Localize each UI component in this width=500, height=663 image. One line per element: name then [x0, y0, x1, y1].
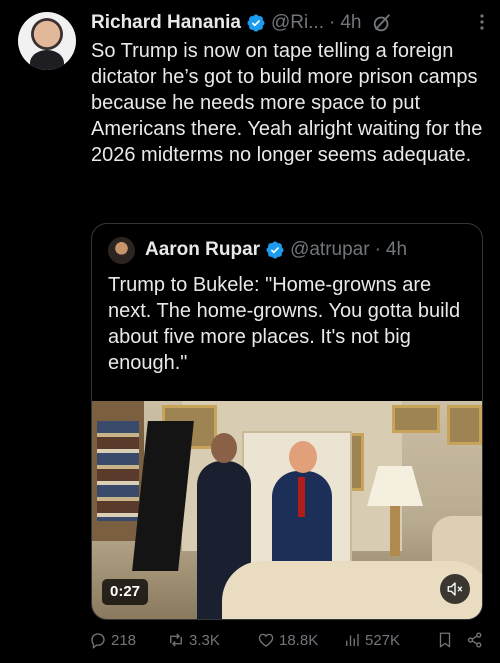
speaker-muted-icon: [447, 582, 463, 596]
quoted-author-name[interactable]: Aaron Rupar: [145, 239, 260, 261]
tweet-text: So Trump is now on tape telling a foreig…: [91, 40, 483, 166]
like-button[interactable]: 18.8K: [257, 631, 343, 649]
like-count: 18.8K: [279, 631, 319, 649]
verified-badge-icon: [247, 14, 265, 32]
view-count: 527K: [365, 631, 401, 649]
video-scene-bookshelf: [92, 401, 144, 541]
quoted-tweet[interactable]: Aaron Rupar @atrupar · 4h Trump to Bukel…: [91, 223, 483, 620]
tweet-timestamp[interactable]: 4h: [340, 12, 361, 34]
video-duration-badge: 0:27: [102, 579, 149, 605]
reply-button[interactable]: 218: [89, 631, 167, 649]
grok-icon[interactable]: [371, 12, 393, 34]
quoted-tweet-header: Aaron Rupar @atrupar · 4h: [108, 236, 472, 264]
author-handle[interactable]: @Ri...: [271, 12, 324, 34]
quoted-author-avatar[interactable]: [108, 236, 135, 264]
video-scene-painting: [392, 405, 440, 433]
video-scene-painting: [447, 405, 482, 445]
tweet-header: Richard Hanania @Ri... · 4h: [91, 10, 486, 36]
heart-icon: [258, 633, 274, 647]
quoted-tweet-timestamp[interactable]: 4h: [386, 239, 407, 261]
tweet-action-bar: 218 3.3K 18.8K 527K: [89, 628, 484, 652]
separator-dot: ·: [374, 239, 381, 260]
quoted-author-handle[interactable]: @atrupar: [290, 239, 370, 261]
author-avatar[interactable]: [18, 12, 76, 70]
verified-badge-icon: [266, 241, 284, 259]
video-scene-lamp-base: [390, 506, 400, 556]
views-button[interactable]: 527K: [343, 631, 430, 649]
share-icon[interactable]: [466, 631, 484, 649]
quoted-tweet-text: Trump to Bukele: "Home-growns are next. …: [108, 274, 461, 374]
reply-count: 218: [111, 631, 137, 649]
reply-icon: [91, 633, 105, 649]
separator-dot: ·: [329, 12, 336, 33]
views-chart-icon: [346, 634, 359, 646]
more-options-icon[interactable]: [470, 10, 494, 34]
repost-icon: [170, 633, 182, 647]
bookmark-icon[interactable]: [436, 631, 454, 649]
mute-button[interactable]: [440, 574, 470, 604]
author-name[interactable]: Richard Hanania: [91, 12, 241, 34]
repost-button[interactable]: 3.3K: [167, 631, 257, 649]
video-player[interactable]: 0:27: [92, 401, 482, 619]
repost-count: 3.3K: [189, 631, 220, 649]
